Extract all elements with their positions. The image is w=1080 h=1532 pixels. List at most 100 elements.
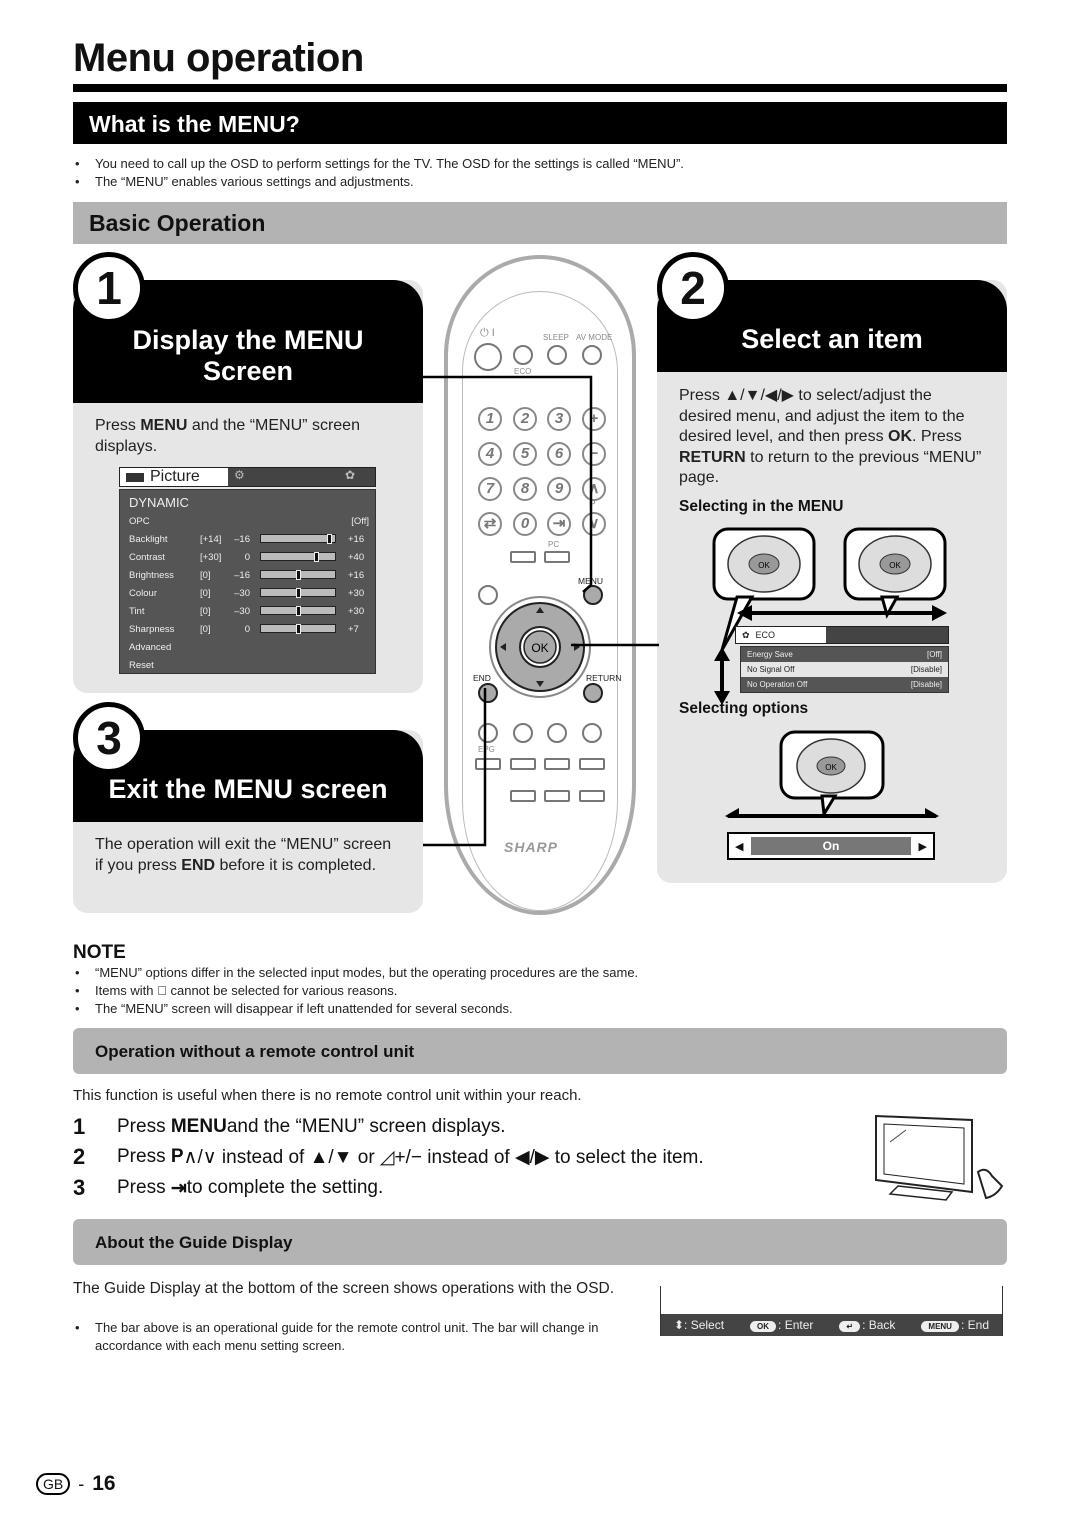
osd-row-tint[interactable]: Tint [0] –30 +30 bbox=[120, 602, 375, 620]
eco-row-value: [Disable] bbox=[910, 665, 942, 674]
osd-slider[interactable] bbox=[260, 606, 336, 616]
eco-row-value: [Disable] bbox=[910, 680, 942, 689]
dpad-icon: ⬍ bbox=[673, 1318, 685, 1332]
eco-row[interactable]: Energy Save [Off] bbox=[741, 647, 948, 662]
osd-slider[interactable] bbox=[260, 534, 336, 544]
eco-menu: ✿ ECO Energy Save [Off] No Signal Off [Disab… bbox=[735, 626, 949, 693]
guide-back: ↵: Back bbox=[839, 1318, 895, 1332]
guide-bar-illustration: ⬍: Select OK: Enter ↵: Back MENU: End bbox=[660, 1286, 1003, 1336]
bullet: You need to call up the OSD to perform s… bbox=[73, 155, 684, 173]
osd-row-value: [0] bbox=[200, 569, 211, 581]
eco-row[interactable]: No Signal Off [Disable] bbox=[741, 662, 948, 677]
av-mode-button[interactable] bbox=[582, 345, 602, 365]
step2-title: Select an item bbox=[741, 324, 923, 354]
info-button[interactable] bbox=[513, 345, 533, 365]
guide-bullet: The bar above is an operational guide fo… bbox=[73, 1319, 633, 1355]
slider-knob[interactable] bbox=[313, 552, 319, 562]
osd-row-label: Backlight bbox=[129, 533, 168, 545]
section-heading-basic-operation: Basic Operation bbox=[73, 202, 1007, 244]
guide-enter: OK: Enter bbox=[750, 1318, 813, 1332]
tv-touch-illustration bbox=[875, 1114, 1004, 1201]
step2-text: Press ▲/▼/◀/▶ to select/adjust the desir… bbox=[679, 387, 982, 486]
osd-picture-menu: Picture ⚙ ✿ DYNAMIC OPC [Off] Backlight [… bbox=[119, 467, 376, 674]
osd-row-contrast[interactable]: Contrast [+30] 0 +40 bbox=[120, 548, 375, 566]
slider-knob[interactable] bbox=[296, 624, 301, 634]
osd-row-min: 0 bbox=[244, 623, 250, 635]
ok-label: OK bbox=[758, 561, 770, 570]
osd-row-colour[interactable]: Colour [0] –30 +30 bbox=[120, 584, 375, 602]
eco-row-label: Energy Save bbox=[747, 650, 793, 659]
guide-end: MENU: End bbox=[921, 1318, 989, 1332]
av-mode-label: AV MODE bbox=[576, 333, 613, 342]
sleep-label: SLEEP bbox=[543, 333, 569, 342]
step3-text: The operation will exit the “MENU” scree… bbox=[95, 836, 392, 874]
osd-row-brightness[interactable]: Brightness [0] –16 +16 bbox=[120, 566, 375, 584]
section-heading-guide: About the Guide Display bbox=[73, 1219, 1007, 1265]
return-key-icon: ↵ bbox=[839, 1321, 861, 1332]
slider-knob[interactable] bbox=[296, 588, 301, 598]
osd-row-max: +16 bbox=[348, 533, 365, 545]
eco-rows: Energy Save [Off] No Signal Off [Disable] No… bbox=[740, 646, 949, 693]
step1-title-line1: Display the MENU bbox=[132, 325, 364, 355]
eco-row-value: [Off] bbox=[927, 650, 942, 659]
slider-knob[interactable] bbox=[326, 534, 332, 544]
osd-slider[interactable] bbox=[260, 570, 336, 580]
eco-row[interactable]: No Operation Off [Disable] bbox=[741, 677, 948, 692]
leaf-icon: ✿ bbox=[742, 629, 750, 640]
step1-text: Press MENU and the “MENU” screen display… bbox=[95, 417, 360, 455]
input-icon: ⇥ bbox=[170, 1177, 187, 1199]
osd-row-min: –16 bbox=[234, 533, 250, 545]
slider-knob[interactable] bbox=[296, 570, 301, 580]
power-button[interactable] bbox=[474, 343, 502, 371]
osd-row-value: [0] bbox=[200, 623, 211, 635]
no-remote-step-1: 1 Press MENU and the “MENU” screen displ… bbox=[73, 1114, 506, 1139]
leaf-icon: ✿ bbox=[345, 468, 356, 482]
osd-row-sharpness[interactable]: Sharpness [0] 0 +7 bbox=[120, 620, 375, 638]
step3-title: Exit the MENU screen bbox=[108, 774, 388, 804]
osd-row-label: Contrast bbox=[129, 551, 165, 563]
no-remote-intro: This function is useful when there is no… bbox=[73, 1087, 582, 1104]
slider-knob[interactable] bbox=[296, 606, 301, 616]
selecting-options-diagram: OK bbox=[725, 730, 939, 818]
osd-row-value: [+14] bbox=[200, 533, 222, 545]
guide-bar: ⬍: Select OK: Enter ↵: Back MENU: End bbox=[661, 1314, 1002, 1336]
osd-slider[interactable] bbox=[260, 552, 336, 562]
svg-text:OK: OK bbox=[889, 561, 901, 570]
osd-row-max: +16 bbox=[348, 569, 365, 581]
no-remote-step-2: 2 Press P ∧/∨ instead of ▲/▼ or ◿+/− inst… bbox=[73, 1144, 704, 1169]
osd-tabs: Picture ⚙ ✿ bbox=[119, 467, 376, 487]
note-bullet: The “MENU” screen will disappear if left… bbox=[73, 1000, 638, 1018]
osd-row-reset[interactable]: Reset bbox=[120, 656, 375, 674]
no-remote-step-3: 3 Press ⇥ to complete the setting. bbox=[73, 1175, 384, 1200]
tv-icon bbox=[126, 472, 144, 482]
eco-row-label: No Signal Off bbox=[747, 665, 795, 674]
osd-row-max: +30 bbox=[348, 587, 365, 599]
osd-row-value: [+30] bbox=[200, 551, 222, 563]
osd-row-value: [0] bbox=[200, 587, 211, 599]
osd-row-min: –16 bbox=[234, 569, 250, 581]
step2-number-badge: 2 bbox=[657, 252, 729, 324]
osd-slider[interactable] bbox=[260, 624, 336, 634]
selecting-options-label: Selecting options bbox=[679, 700, 809, 717]
osd-slider[interactable] bbox=[260, 588, 336, 598]
step2-card: Select an item Press ▲/▼/◀/▶ to select/a… bbox=[657, 280, 1007, 883]
ok-key-icon: OK bbox=[750, 1321, 777, 1332]
right-arrow-icon[interactable]: ▶ bbox=[919, 840, 927, 853]
osd-tab-picture: Picture bbox=[120, 468, 228, 486]
step1-number-badge: 1 bbox=[73, 252, 145, 324]
osd-row-advanced[interactable]: Advanced bbox=[120, 638, 375, 656]
osd-row-min: 0 bbox=[244, 551, 250, 563]
setup-icon: ⚙ bbox=[234, 468, 245, 482]
osd-slider-rows: Backlight [+14] –16 +16 Contrast [+30] 0 +40 Bri… bbox=[120, 530, 375, 638]
svg-text:OK: OK bbox=[825, 763, 837, 772]
osd-body: DYNAMIC OPC [Off] Backlight [+14] –16 +16 Co… bbox=[119, 489, 376, 674]
page-title: Menu operation bbox=[73, 36, 364, 80]
section-heading-what-is-menu: What is the MENU? bbox=[73, 102, 1007, 144]
page-footer: GB - 16 bbox=[36, 1472, 116, 1496]
sleep-button[interactable] bbox=[547, 345, 567, 365]
left-arrow-icon[interactable]: ◀ bbox=[735, 840, 743, 853]
title-rule bbox=[73, 84, 1007, 92]
osd-row-backlight[interactable]: Backlight [+14] –16 +16 bbox=[120, 530, 375, 548]
osd-tab-eco: ✿ ECO bbox=[736, 627, 826, 643]
option-selector[interactable]: ◀ On ▶ bbox=[727, 832, 935, 860]
